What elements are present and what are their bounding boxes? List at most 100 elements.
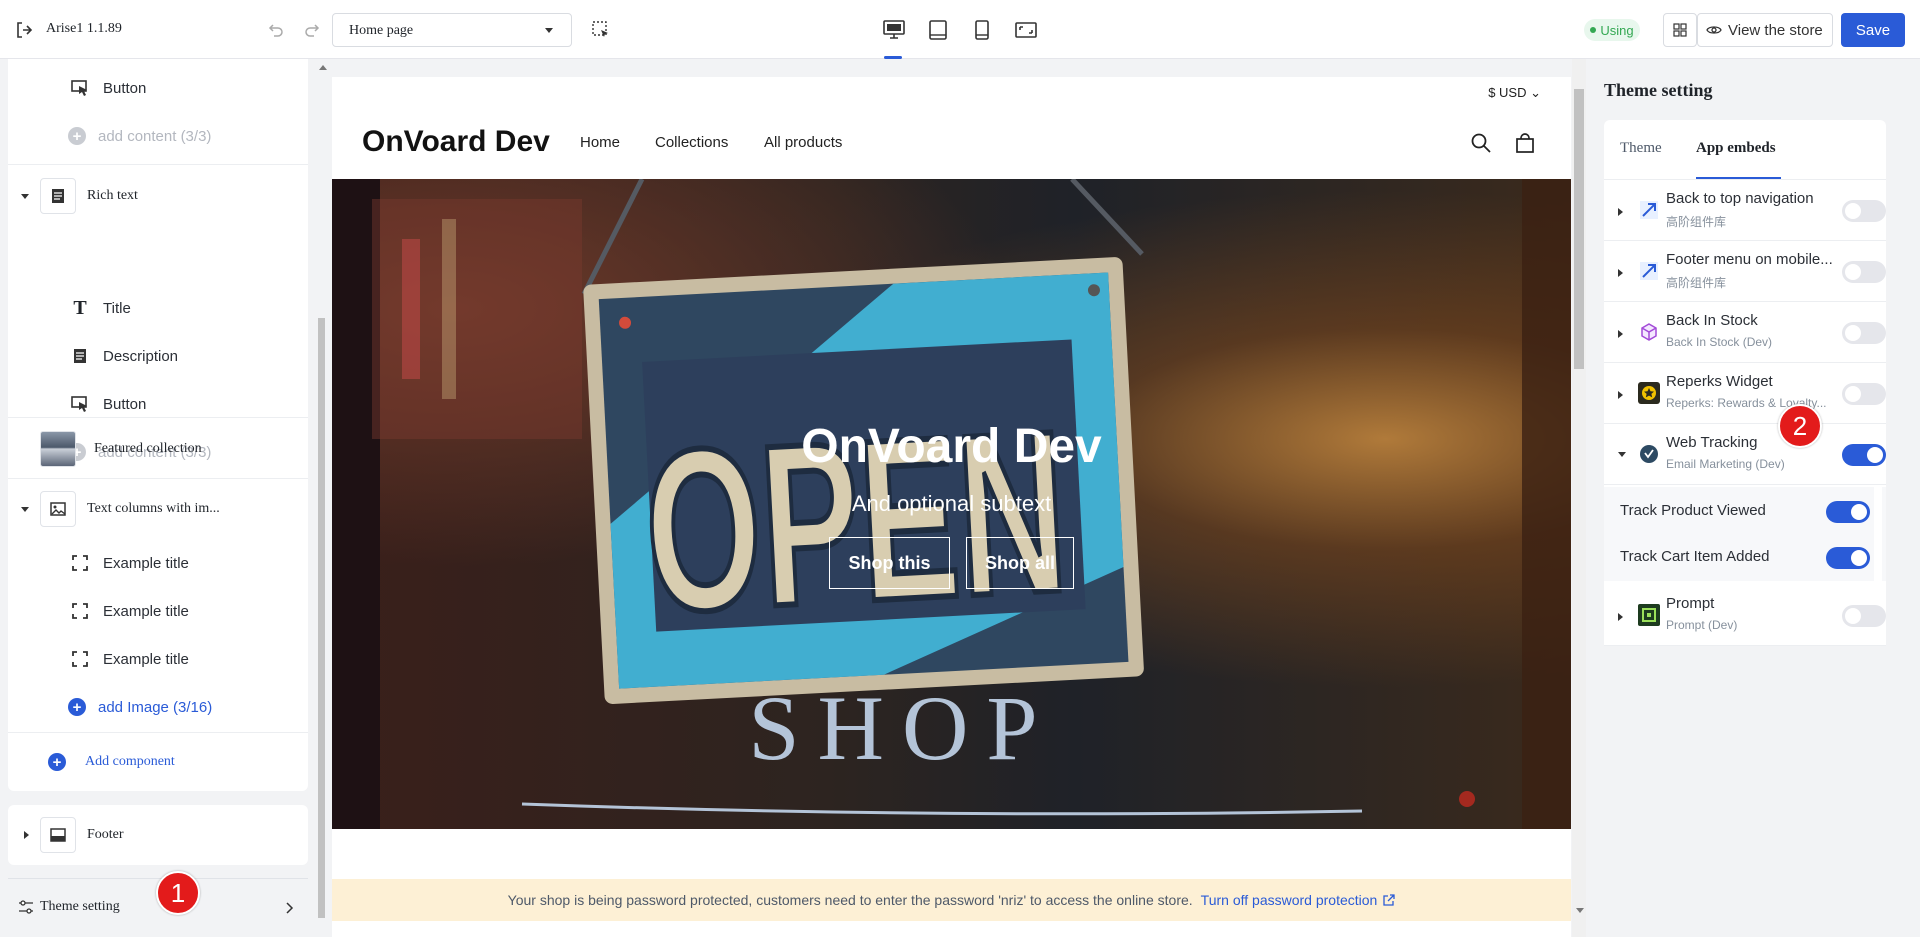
embed-back-in-stock[interactable]: Back In Stock Back In Stock (Dev) [1604,302,1886,363]
tab-theme[interactable]: Theme [1620,140,1662,157]
chevron-down-icon[interactable] [21,193,29,199]
app-name: Arise1 1.1.89 [46,21,122,36]
mobile-view-icon[interactable] [970,18,994,42]
tab-app-embeds[interactable]: App embeds [1696,140,1776,157]
button-cursor-icon [70,78,90,98]
cart-icon[interactable] [1513,131,1537,155]
plus-icon: + [68,127,86,145]
track-cart-item-added-toggle[interactable] [1826,547,1870,569]
shop-all-button[interactable]: Shop all [966,537,1074,589]
search-icon[interactable] [1469,131,1493,155]
plus-icon: + [48,753,66,771]
add-image-button[interactable]: + add Image (3/16) [8,694,308,720]
tree-item-text-columns[interactable]: Text columns with im... [8,490,308,528]
tree-item-featured-collection[interactable]: Featured collection [8,429,308,469]
sliders-icon [18,899,34,918]
chevron-right-icon[interactable] [24,831,29,839]
embed-back-to-top[interactable]: Back to top navigation 高阶组件库 [1604,180,1886,241]
chevron-right-icon[interactable] [1618,613,1623,621]
redo-icon[interactable] [302,20,322,40]
settings-scrollbar[interactable] [1874,487,1882,581]
eye-icon [1706,26,1722,34]
embed-web-tracking[interactable]: Web Tracking Email Marketing (Dev) [1604,424,1886,485]
star-badge-icon [1638,382,1660,404]
tree-item-example-title[interactable]: Example title [8,550,308,576]
add-component-button[interactable]: + Add component [8,749,308,775]
embed-footer-menu-mobile[interactable]: Footer menu on mobile... 高阶组件库 [1604,241,1886,302]
embed-toggle[interactable] [1842,322,1886,344]
nav-home[interactable]: Home [580,134,620,151]
nav-all-products[interactable]: All products [764,134,842,151]
embed-toggle[interactable] [1842,444,1886,466]
fullscreen-icon[interactable] [1014,18,1038,42]
tree-item-button[interactable]: Button [8,391,308,417]
embed-toggle[interactable] [1842,261,1886,283]
chevron-right-icon[interactable] [1618,391,1623,399]
embed-toggle[interactable] [1842,383,1886,405]
document-icon [40,178,76,214]
desktop-view-icon[interactable] [882,18,906,42]
embed-toggle[interactable] [1842,200,1886,222]
add-content-button[interactable]: + add content (3/3) [8,123,308,149]
view-store-button[interactable]: View the store [1697,13,1833,47]
tree-item-example-title[interactable]: Example title [8,646,308,672]
tree-item-rich-text[interactable]: Rich text [8,177,308,215]
step-marker-2: 2 [1778,404,1822,448]
turn-off-password-link[interactable]: Turn off password protection [1201,892,1396,908]
tablet-view-icon[interactable] [926,18,950,42]
collection-thumbnail [40,431,76,467]
chevron-down-icon[interactable] [1618,452,1626,457]
frame-icon [70,649,90,669]
chevron-right-icon [286,901,294,917]
embed-prompt[interactable]: Prompt Prompt (Dev) [1604,585,1886,646]
left-scrollbar-thumb[interactable] [318,318,325,918]
tree-item-title[interactable]: T Title [8,295,308,321]
scroll-down-arrow[interactable] [1576,908,1584,913]
chevron-down-icon[interactable] [21,506,29,512]
document-icon [70,346,90,366]
divider [8,164,308,165]
chevron-right-icon[interactable] [1618,330,1623,338]
check-badge-icon [1638,443,1660,465]
hero-banner[interactable]: OPEN SHOP OnVoard Dev And optional subte… [332,179,1571,829]
step-marker-1: 1 [156,871,200,915]
window-text: SHOP [748,677,1055,779]
plus-icon: + [68,698,86,716]
store-logo[interactable]: OnVoard Dev [362,125,550,159]
tree-item-footer[interactable]: Footer [8,805,308,865]
select-element-icon[interactable] [590,19,612,41]
arrow-app-icon [1638,199,1660,221]
status-badge-label: Using [1600,22,1634,38]
save-button[interactable]: Save [1841,13,1905,47]
shop-this-button[interactable]: Shop this [829,537,950,589]
store-preview: $ USD ⌄ OnVoard Dev Home Collections All… [332,77,1571,937]
divider [8,478,308,479]
embed-reperks-widget[interactable]: Reperks Widget Reperks: Rewards & Loyalt… [1604,363,1886,424]
panel-title: Theme setting [1604,80,1713,100]
preview-scrollbar-thumb[interactable] [1574,89,1584,369]
top-bar: Arise1 1.1.89 Home page Using View the s… [0,0,1920,59]
image-icon [40,491,76,527]
page-select-value: Home page [349,23,414,38]
active-device-indicator [884,56,902,59]
tree-item-example-title[interactable]: Example title [8,598,308,624]
view-store-label: View the store [1728,21,1823,39]
nav-collections[interactable]: Collections [655,134,728,151]
tree-item-description[interactable]: Description [8,343,308,369]
section-tree-panel: Button + add content (3/3) Rich text T T… [8,59,308,791]
undo-icon[interactable] [266,20,286,40]
tree-item-button[interactable]: Button [8,75,308,101]
password-notice: Your shop is being password protected, c… [507,892,1193,908]
embed-toggle[interactable] [1842,605,1886,627]
currency-selector[interactable]: $ USD ⌄ [1488,85,1541,101]
page-select[interactable]: Home page [332,13,572,47]
layout-button[interactable] [1663,13,1697,47]
track-product-viewed-toggle[interactable] [1826,501,1870,523]
exit-icon[interactable] [14,20,34,40]
password-protection-bar: Your shop is being password protected, c… [332,879,1571,921]
button-cursor-icon [70,394,90,414]
text-t-icon: T [73,296,87,319]
scroll-up-arrow[interactable] [319,65,327,70]
chevron-right-icon[interactable] [1618,208,1623,216]
chevron-right-icon[interactable] [1618,269,1623,277]
